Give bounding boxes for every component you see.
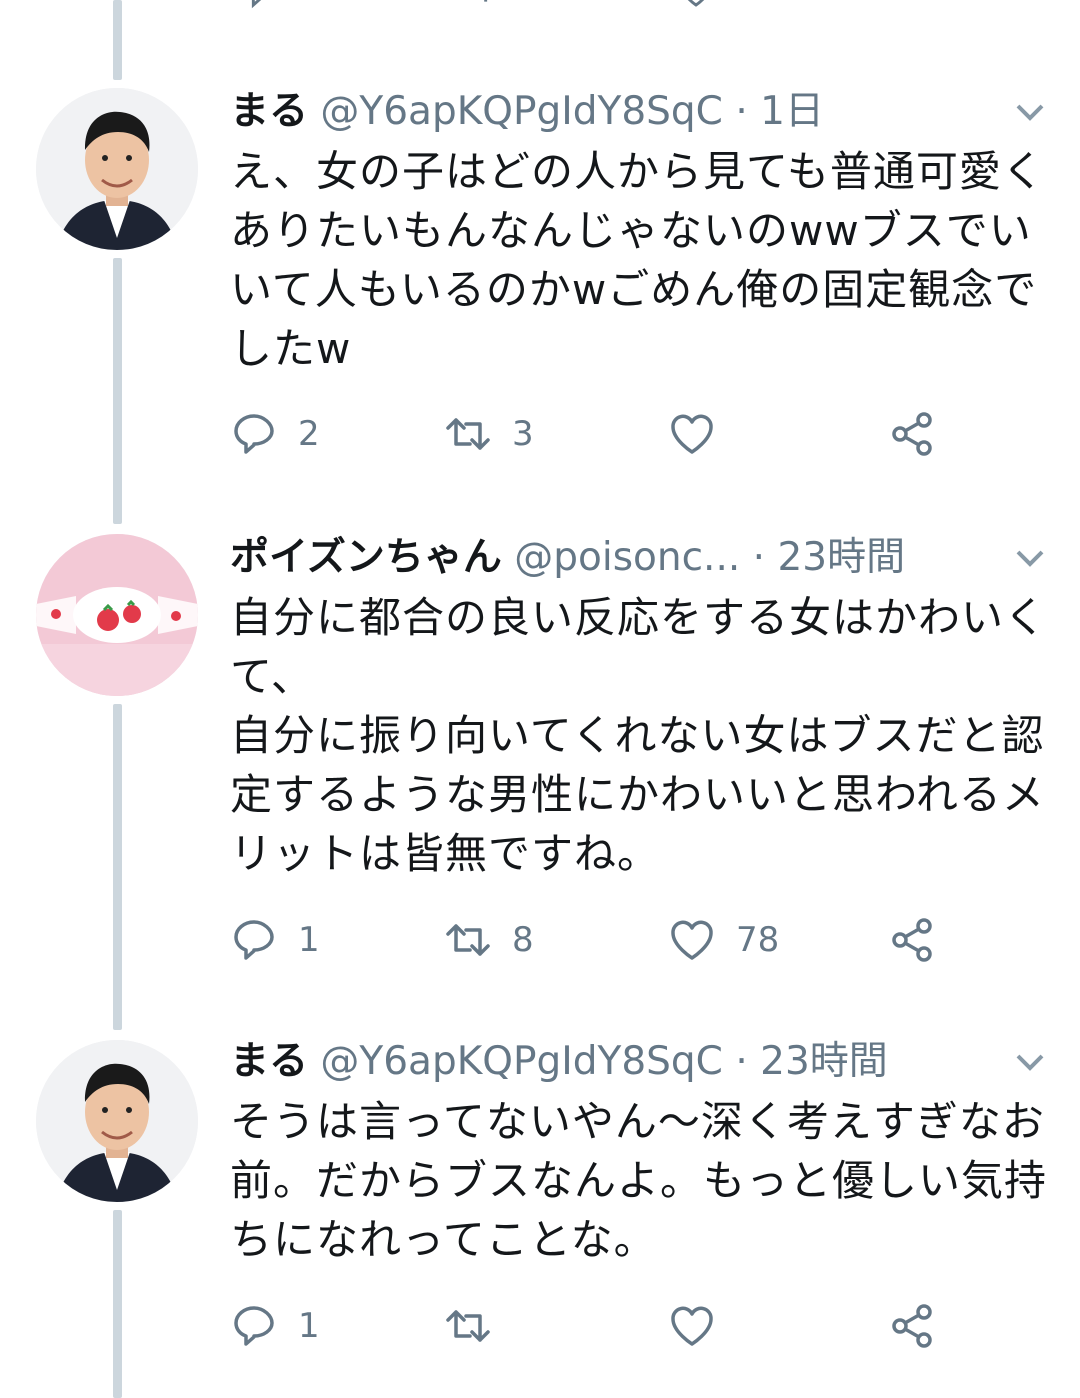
heart-icon	[671, 1306, 713, 1346]
share-button[interactable]	[888, 910, 936, 970]
retweet-button[interactable]: 8	[444, 910, 534, 970]
tweet-header: まる @Y6apKQPgIdY8SqC · 23時間	[230, 1032, 1010, 1092]
man-portrait-avatar-icon	[36, 88, 198, 250]
like-count: 78	[736, 920, 780, 960]
like-button[interactable]: 78	[668, 910, 779, 970]
heart-icon	[671, 414, 713, 454]
reply-count: 1	[298, 1306, 320, 1346]
heart-icon[interactable]	[676, 0, 716, 10]
avatar[interactable]	[36, 88, 198, 250]
tweet-actions: 1	[0, 1296, 1080, 1356]
candy-avatar-icon	[36, 534, 198, 696]
avatar[interactable]	[36, 534, 198, 696]
chevron-down-icon[interactable]	[1012, 1044, 1048, 1080]
thread-line	[113, 704, 122, 1030]
reply-icon	[234, 920, 274, 960]
share-icon	[892, 412, 932, 456]
timestamp[interactable]: 1日	[760, 89, 824, 134]
tweet-text: え、女の子はどの人から見ても普通可愛くありたいもんなんじゃないのwwブスでいいて…	[230, 147, 1045, 373]
reply-count: 2	[298, 414, 320, 454]
man-portrait-avatar-icon	[36, 1040, 198, 1202]
user-handle[interactable]: @Y6apKQPgIdY8SqC	[320, 89, 722, 134]
display-name[interactable]: まる	[230, 89, 308, 134]
reply-button[interactable]: 1	[230, 1296, 320, 1356]
chevron-down-icon[interactable]	[1012, 94, 1048, 130]
tweet-header: まる @Y6apKQPgIdY8SqC · 1日	[230, 82, 1010, 142]
user-handle[interactable]: @poisonc...	[514, 535, 740, 580]
display-name[interactable]: ポイズンちゃん	[230, 535, 502, 580]
timestamp[interactable]: 23時間	[760, 1039, 888, 1084]
thread-line	[113, 258, 122, 524]
retweet-icon	[446, 418, 490, 450]
separator-dot: ·	[735, 89, 748, 134]
tweet-actions: 2 3	[0, 404, 1080, 464]
reply-button[interactable]: 1	[230, 910, 320, 970]
retweet-icon[interactable]	[454, 0, 494, 10]
separator-dot: ·	[735, 1039, 748, 1084]
retweet-button[interactable]: 3	[444, 404, 534, 464]
retweet-count: 3	[512, 414, 534, 454]
retweet-icon	[446, 1310, 490, 1342]
chevron-down-icon[interactable]	[1012, 540, 1048, 576]
retweet-button[interactable]	[444, 1296, 512, 1356]
retweet-count: 8	[512, 920, 534, 960]
tweet-actions: 1 8 78	[0, 910, 1080, 970]
avatar[interactable]	[36, 1040, 198, 1202]
separator-dot: ·	[752, 535, 766, 580]
like-button[interactable]	[668, 1296, 736, 1356]
share-icon	[892, 1304, 932, 1348]
reply-icon[interactable]	[240, 0, 280, 10]
like-button[interactable]	[668, 404, 736, 464]
reply-button[interactable]: 2	[230, 404, 320, 464]
tweet-header: ポイズンちゃん @poisonc... · 23時間	[230, 528, 1010, 588]
tweet-text: そうは言ってないやん〜深く考えすぎなお前。だからブスなんよ。もっと優しい気持ちに…	[230, 1097, 1048, 1264]
previous-tweet-actions	[0, 0, 1080, 10]
user-handle[interactable]: @Y6apKQPgIdY8SqC	[320, 1039, 722, 1084]
thread-line	[113, 0, 122, 80]
display-name[interactable]: まる	[230, 1039, 308, 1084]
reply-icon	[234, 1306, 274, 1346]
share-icon[interactable]	[896, 0, 936, 10]
retweet-icon	[446, 924, 490, 956]
share-button[interactable]	[888, 1296, 936, 1356]
heart-icon	[671, 920, 713, 960]
timestamp[interactable]: 23時間	[777, 535, 905, 580]
tweet-text: 自分に都合の良い反応をする女はかわいくて、 自分に振り向いてくれない女はブスだと…	[230, 593, 1048, 878]
reply-count: 1	[298, 920, 320, 960]
share-button[interactable]	[888, 404, 936, 464]
reply-icon	[234, 414, 274, 454]
share-icon	[892, 918, 932, 962]
